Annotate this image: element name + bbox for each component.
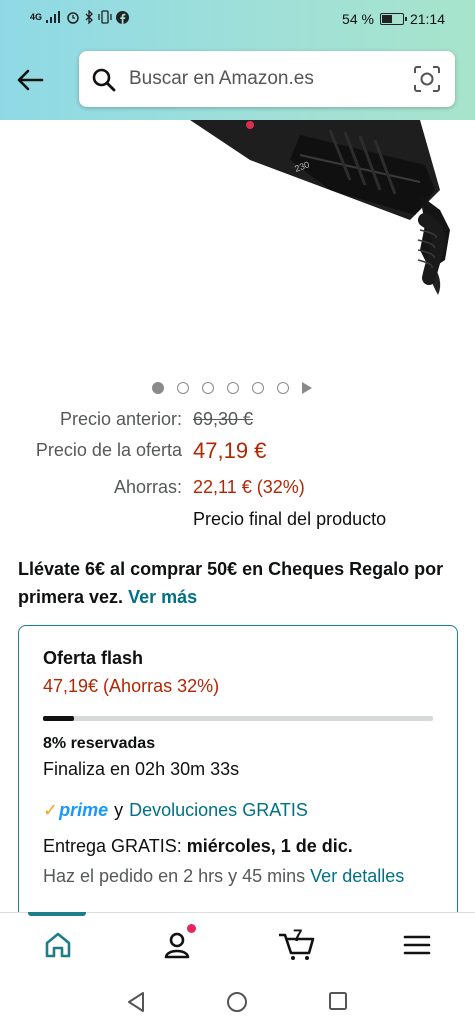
- gallery-dot[interactable]: [277, 382, 289, 394]
- menu-icon[interactable]: [403, 929, 431, 961]
- offer-price-label: Precio de la oferta: [35, 440, 182, 460]
- gallery-dot[interactable]: [252, 382, 264, 394]
- order-deadline-text: Haz el pedido en 2 hrs y 45 mins: [43, 866, 306, 886]
- top-header: 4G 54 % 21:14 Buscar en Amazon.es: [0, 0, 475, 120]
- prime-returns-row: ✓ prime y Devoluciones GRATIS: [43, 800, 308, 821]
- free-returns-link[interactable]: Devoluciones GRATIS: [129, 800, 308, 821]
- prime-label: prime: [59, 800, 109, 820]
- search-input[interactable]: Buscar en Amazon.es: [129, 68, 314, 90]
- video-play-icon[interactable]: [302, 382, 312, 394]
- clock: 21:14: [409, 11, 445, 27]
- previous-price-label: Precio anterior:: [59, 409, 182, 429]
- notification-dot: [187, 924, 196, 933]
- deal-countdown: Finaliza en 02h 30m 33s: [43, 759, 240, 779]
- system-navigation-bar: [0, 976, 475, 1029]
- search-icon: [92, 68, 116, 92]
- flash-deal-title: Oferta flash: [43, 648, 144, 668]
- battery-fill: [381, 15, 392, 23]
- search-bar[interactable]: Buscar en Amazon.es: [79, 51, 455, 107]
- bottom-navigation: 7: [0, 912, 475, 976]
- battery-percent: 54 %: [342, 11, 374, 27]
- claimed-progress-bar: [43, 716, 433, 721]
- product-image[interactable]: 230: [0, 120, 475, 370]
- gallery-dot[interactable]: [177, 382, 189, 394]
- network-label: 4G: [30, 12, 43, 22]
- prime-check-icon: ✓: [43, 800, 59, 820]
- system-home-icon[interactable]: [226, 991, 248, 1013]
- savings-label: Ahorras:: [113, 477, 182, 497]
- gallery-dot[interactable]: [202, 382, 214, 394]
- battery-icon: [379, 13, 407, 25]
- bluetooth-icon: [85, 10, 93, 24]
- system-recents-icon[interactable]: [328, 991, 348, 1011]
- promo-text: Llévate 6€ al comprar 50€ en Cheques Reg…: [18, 559, 444, 607]
- prime-join-text: y: [114, 800, 124, 820]
- status-icons-right: 54 % 21:14: [342, 11, 445, 27]
- promo-link[interactable]: Ver más: [128, 587, 197, 607]
- delivery-date: miércoles, 1 de dic.: [186, 836, 353, 856]
- status-icons-left: 4G: [30, 10, 130, 24]
- delivery-prefix: Entrega GRATIS:: [43, 836, 182, 856]
- prime-logo: ✓ prime: [43, 800, 108, 821]
- flash-deal-card: Oferta flash 47,19€ (Ahorras 32%) 8% res…: [18, 625, 458, 945]
- savings-value: 22,11 € (32%): [193, 477, 305, 497]
- active-tab-indicator: [28, 912, 86, 916]
- arrow-left-icon[interactable]: [14, 64, 46, 96]
- facebook-icon: [116, 10, 130, 24]
- flash-deal-offer: 47,19€ (Ahorras 32%): [43, 676, 220, 696]
- gallery-dot[interactable]: [227, 382, 239, 394]
- home-icon[interactable]: [42, 929, 74, 961]
- final-price-note: Precio final del producto: [193, 509, 387, 529]
- offer-price-value: 47,19 €: [193, 438, 267, 463]
- gallery-dot[interactable]: [152, 382, 164, 394]
- status-bar: 4G 54 % 21:14: [0, 0, 475, 40]
- claimed-progress-fill: [43, 716, 75, 721]
- gift-card-promo: Llévate 6€ al comprar 50€ en Cheques Reg…: [18, 555, 458, 611]
- gallery-pagination[interactable]: [152, 382, 312, 394]
- cart-button[interactable]: 7: [277, 926, 317, 961]
- alarm-icon: [67, 12, 79, 24]
- camera-scan-icon[interactable]: [413, 65, 441, 93]
- signal-icon: [46, 11, 61, 23]
- cart-count: 7: [293, 926, 303, 945]
- previous-price-value: 69,30 €: [193, 409, 254, 429]
- system-back-icon[interactable]: [126, 991, 146, 1013]
- details-link[interactable]: Ver detalles: [310, 866, 404, 886]
- account-icon[interactable]: [161, 929, 193, 961]
- delivery-info: Entrega GRATIS: miércoles, 1 de dic.: [43, 836, 353, 857]
- order-deadline: Haz el pedido en 2 hrs y 45 mins Ver det…: [43, 863, 423, 889]
- vibrate-icon: [98, 10, 112, 24]
- reserved-text: 8% reservadas: [43, 735, 156, 752]
